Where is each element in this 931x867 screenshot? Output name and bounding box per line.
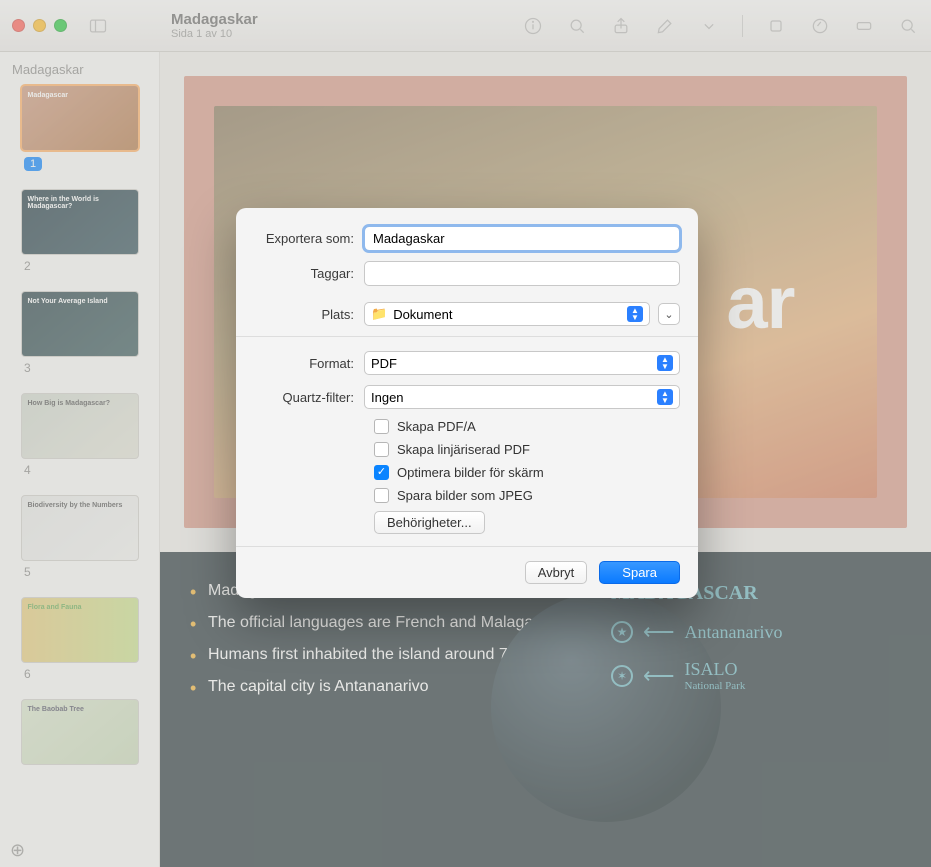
dialog-divider [236, 546, 698, 547]
export-as-label: Exportera som: [254, 231, 364, 246]
checkbox-create-pdfa-label: Skapa PDF/A [397, 419, 476, 434]
checkbox-linearized[interactable] [374, 442, 389, 457]
tags-label: Taggar: [254, 266, 364, 281]
checkbox-save-jpeg[interactable] [374, 488, 389, 503]
checkbox-optimize-images-label: Optimera bilder för skärm [397, 465, 544, 480]
folder-icon: 📁 [371, 306, 387, 322]
checkbox-optimize-images[interactable] [374, 465, 389, 480]
checkbox-linearized-label: Skapa linjäriserad PDF [397, 442, 530, 457]
export-filename-input[interactable] [364, 226, 680, 251]
checkbox-save-jpeg-label: Spara bilder som JPEG [397, 488, 533, 503]
quartz-filter-select[interactable]: Ingen ▲▼ [364, 385, 680, 409]
permissions-button[interactable]: Behörigheter... [374, 511, 485, 534]
location-label: Plats: [254, 307, 364, 322]
export-dialog: Exportera som: Taggar: Plats: 📁 Dokument… [236, 208, 698, 598]
filter-value: Ingen [371, 390, 404, 405]
select-arrows-icon: ▲▼ [627, 306, 643, 322]
select-arrows-icon: ▲▼ [657, 389, 673, 405]
cancel-button[interactable]: Avbryt [525, 561, 588, 584]
save-button[interactable]: Spara [599, 561, 680, 584]
expand-location-button[interactable]: ⌄ [658, 303, 680, 325]
select-arrows-icon: ▲▼ [657, 355, 673, 371]
location-value: Dokument [393, 307, 452, 322]
dialog-divider [236, 336, 698, 337]
format-label: Format: [254, 356, 364, 371]
location-select[interactable]: 📁 Dokument ▲▼ [364, 302, 650, 326]
tags-input[interactable] [364, 261, 680, 286]
format-select[interactable]: PDF ▲▼ [364, 351, 680, 375]
format-value: PDF [371, 356, 397, 371]
quartz-filter-label: Quartz-filter: [254, 390, 364, 405]
checkbox-create-pdfa[interactable] [374, 419, 389, 434]
